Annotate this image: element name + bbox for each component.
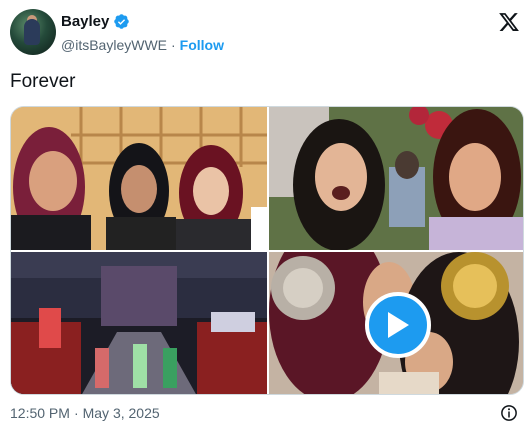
author-handle-row: @itsBayleyWWE · Follow <box>61 37 224 53</box>
play-icon <box>388 312 409 338</box>
follow-button[interactable]: Follow <box>180 37 224 53</box>
tweet-timestamp[interactable]: 12:50 PM · May 3, 2025 <box>10 405 160 421</box>
media-photo-3[interactable] <box>11 252 267 394</box>
media-grid <box>10 106 524 395</box>
media-photo-1[interactable] <box>11 107 267 250</box>
timestamp-time: 12:50 PM <box>10 405 70 421</box>
author-handle[interactable]: @itsBayleyWWE <box>61 37 167 53</box>
photo-2-illustration <box>269 107 523 250</box>
author-name-row: Bayley <box>61 13 130 30</box>
media-photo-2[interactable] <box>269 107 523 250</box>
timestamp-date: May 3, 2025 <box>82 405 160 421</box>
author-display-name[interactable]: Bayley <box>61 13 109 30</box>
play-video-button[interactable] <box>365 292 431 358</box>
avatar-figure <box>24 19 40 45</box>
x-logo-icon[interactable] <box>498 11 520 33</box>
tweet-text: Forever <box>10 71 76 92</box>
author-avatar[interactable] <box>10 9 56 55</box>
photo-1-illustration <box>11 107 267 250</box>
verified-badge-icon <box>114 14 130 29</box>
timestamp-separator: · <box>73 405 79 421</box>
handle-separator: · <box>171 37 176 53</box>
photo-3-illustration <box>11 252 267 394</box>
info-icon[interactable] <box>500 404 518 422</box>
